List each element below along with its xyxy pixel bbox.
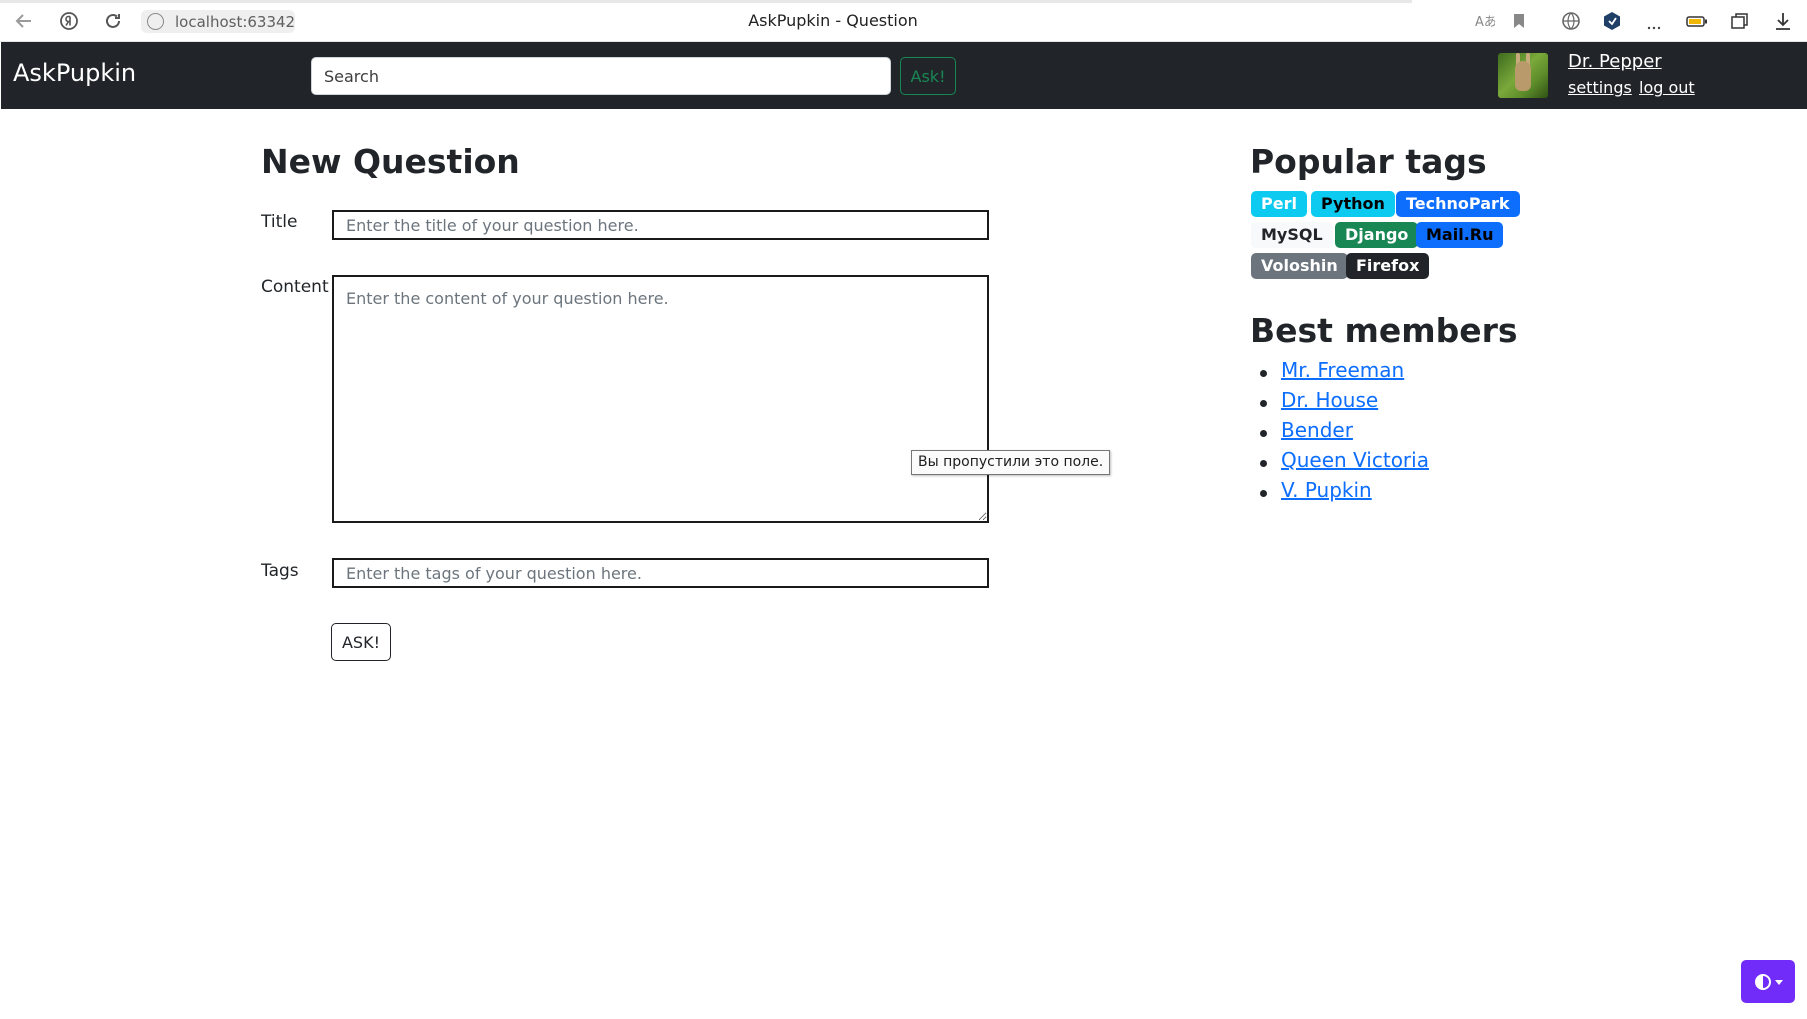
tags-input[interactable] bbox=[332, 558, 989, 588]
avatar[interactable] bbox=[1498, 53, 1548, 98]
popular-tags-heading: Popular tags bbox=[1250, 142, 1487, 181]
contrast-icon bbox=[1755, 974, 1771, 990]
title-input[interactable] bbox=[332, 210, 989, 240]
title-label: Title bbox=[261, 212, 298, 232]
list-item: Dr. House bbox=[1250, 388, 1429, 418]
extension-hex-icon[interactable] bbox=[1601, 11, 1623, 31]
logout-link[interactable]: log out bbox=[1639, 78, 1695, 97]
member-link[interactable]: Queen Victoria bbox=[1281, 448, 1429, 472]
chevron-down-icon bbox=[1775, 980, 1783, 985]
site-navbar: AskPupkin Ask! Dr. Pepper settings log o… bbox=[1, 42, 1807, 109]
more-icon[interactable] bbox=[1643, 11, 1665, 31]
battery-icon[interactable] bbox=[1686, 11, 1708, 31]
brand-logo[interactable]: AskPupkin bbox=[13, 59, 136, 87]
best-members-list: Mr. Freeman Dr. House Bender Queen Victo… bbox=[1250, 358, 1429, 508]
best-members-heading: Best members bbox=[1250, 311, 1518, 350]
globe-icon[interactable] bbox=[1560, 11, 1582, 31]
list-item: Mr. Freeman bbox=[1250, 358, 1429, 388]
tags-label: Tags bbox=[261, 561, 299, 581]
validation-tooltip: Вы пропустили это поле. bbox=[911, 450, 1111, 475]
list-item: Queen Victoria bbox=[1250, 448, 1429, 478]
svg-text:Aあ: Aあ bbox=[1475, 15, 1495, 30]
tab-strip-line bbox=[0, 0, 1412, 3]
list-item: Bender bbox=[1250, 418, 1429, 448]
list-item: V. Pupkin bbox=[1250, 478, 1429, 508]
page-title: New Question bbox=[261, 142, 520, 181]
member-link[interactable]: Bender bbox=[1281, 418, 1353, 442]
tag-perl[interactable]: Perl bbox=[1251, 191, 1307, 217]
tag-django[interactable]: Django bbox=[1335, 222, 1419, 248]
tag-python[interactable]: Python bbox=[1311, 191, 1395, 217]
member-link[interactable]: Mr. Freeman bbox=[1281, 358, 1404, 382]
content-textarea[interactable] bbox=[332, 275, 989, 523]
tag-firefox[interactable]: Firefox bbox=[1346, 253, 1430, 279]
browser-toolbar: localhost:63342 AskPupkin - Question Aあ bbox=[0, 0, 1807, 42]
avatar-rabbit bbox=[1515, 61, 1531, 91]
bookmark-icon[interactable] bbox=[1508, 11, 1530, 31]
tag-mysql[interactable]: MySQL bbox=[1251, 222, 1333, 248]
tag-voloshin[interactable]: Voloshin bbox=[1251, 253, 1348, 279]
translate-icon[interactable]: Aあ bbox=[1473, 11, 1497, 31]
tag-technopark[interactable]: TechnoPark bbox=[1396, 191, 1520, 217]
content-label: Content bbox=[261, 277, 329, 297]
ask-button[interactable]: Ask! bbox=[900, 57, 956, 95]
theme-toggle-button[interactable] bbox=[1741, 960, 1795, 1003]
settings-link[interactable]: settings bbox=[1568, 78, 1632, 97]
download-icon[interactable] bbox=[1772, 11, 1794, 31]
member-link[interactable]: V. Pupkin bbox=[1281, 478, 1372, 502]
search-input[interactable] bbox=[311, 57, 891, 95]
window-title: AskPupkin - Question bbox=[748, 11, 918, 30]
member-link[interactable]: Dr. House bbox=[1281, 388, 1378, 412]
collections-icon[interactable] bbox=[1729, 11, 1751, 31]
submit-question-button[interactable]: ASK! bbox=[331, 623, 391, 661]
user-name-link[interactable]: Dr. Pepper bbox=[1568, 51, 1662, 72]
tag-mailru[interactable]: Mail.Ru bbox=[1416, 222, 1504, 248]
